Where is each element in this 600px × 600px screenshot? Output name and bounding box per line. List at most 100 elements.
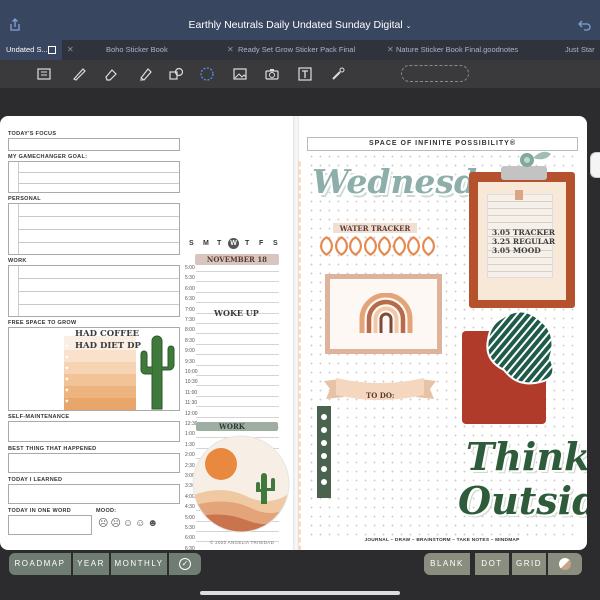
tab-strip: Undated S... ✕ Boho Sticker Book ✕ Ready… (0, 40, 600, 60)
close-icon[interactable]: ✕ (67, 40, 74, 60)
water-drop-icon[interactable] (378, 236, 391, 256)
wednesday-sticker: Wednesday (308, 154, 518, 212)
free-space-field[interactable]: ♥ ♥ ♥ ♥ ♥ ♥ (8, 327, 180, 411)
water-drop-icon[interactable] (363, 236, 377, 256)
nav-checklist-button[interactable]: ✓ (169, 553, 201, 575)
weekday-5[interactable]: F (259, 240, 263, 247)
mood-excited-icon[interactable]: ☻ (147, 518, 160, 529)
water-tracker-banner: WATER TRACKER (333, 223, 417, 233)
time-slot-line[interactable] (196, 364, 279, 366)
time-label: 6:00 (185, 535, 195, 542)
time-slot-line[interactable] (196, 416, 279, 418)
leaf-pin-sticker (520, 151, 551, 167)
time-label: 8:00 (185, 327, 195, 334)
weekday-1[interactable]: M (203, 240, 209, 247)
cactus-sticker (140, 335, 175, 410)
water-drop-icon[interactable] (392, 236, 406, 256)
pen-icon[interactable] (71, 66, 87, 82)
close-icon[interactable]: ✕ (387, 40, 394, 60)
time-slot-line[interactable] (196, 281, 279, 283)
close-icon[interactable]: ✕ (227, 40, 234, 60)
time-slot-line[interactable] (196, 302, 279, 304)
mood-neutral-icon[interactable]: ☺ (123, 518, 135, 529)
mood-happy-icon[interactable]: ☺ (135, 518, 147, 529)
time-slot-line[interactable] (196, 406, 279, 408)
time-slot-line[interactable] (196, 333, 279, 335)
mood-angry-icon[interactable]: ☹ (98, 518, 110, 529)
tab-label: Nature Sticker Book Final.goodnotes (396, 45, 519, 54)
title-bar: Earthly Neutrals Daily Undated Sunday Di… (0, 0, 600, 40)
striped-blob-sticker (486, 310, 555, 385)
today-i-learned-field[interactable] (8, 484, 180, 504)
planner-page: TODAY'S FOCUS MY GAMECHANGER GOAL: PERSO… (0, 116, 587, 550)
tab-undated[interactable]: Undated S... (0, 40, 62, 60)
tab-boho-sticker-book[interactable]: ✕ Boho Sticker Book (62, 40, 222, 60)
time-slot-line[interactable] (196, 395, 279, 397)
tab-label: Ready Set Grow Sticker Pack Final (238, 45, 356, 54)
heart-icons-column: ♥ ♥ ♥ ♥ ♥ ♥ (65, 344, 69, 405)
weekday-3[interactable]: W (228, 238, 239, 249)
undo-icon[interactable] (578, 19, 592, 31)
text-icon[interactable] (297, 66, 313, 82)
water-drop-icon[interactable] (320, 236, 333, 256)
one-word-field[interactable] (8, 515, 92, 535)
page-edge-handle[interactable] (590, 152, 600, 178)
tab-just-star[interactable]: Just Star (555, 40, 600, 60)
image-icon[interactable] (232, 66, 248, 82)
gamechanger-goal-field[interactable] (8, 161, 180, 193)
water-drop-icon[interactable] (349, 236, 362, 256)
nav-monthly-button[interactable]: MONTHLY (111, 553, 167, 575)
camera-icon[interactable] (264, 66, 280, 82)
reader-icon[interactable] (36, 66, 52, 82)
date-banner: NOVEMBER 18 (195, 254, 279, 265)
nav-year-button[interactable]: YEAR (73, 553, 109, 575)
schedule-note-woke-up: WOKE UP (214, 308, 259, 318)
rainbow-icon (359, 293, 413, 333)
template-dot-button[interactable]: DOT (475, 553, 509, 575)
self-maintenance-field[interactable] (8, 421, 180, 442)
laser-pointer-icon[interactable] (330, 66, 346, 82)
weekday-4[interactable]: T (245, 240, 249, 247)
clipboard-line-2: 3.25 REGULAR (492, 237, 556, 246)
weekday-0[interactable]: S (189, 240, 194, 247)
nav-roadmap-button[interactable]: ROADMAP (9, 553, 71, 575)
best-thing-field[interactable] (8, 453, 180, 473)
water-drop-icon[interactable] (421, 236, 435, 256)
time-slot-line[interactable] (196, 323, 279, 324)
shapes-icon[interactable] (168, 66, 184, 82)
time-slot-line[interactable] (196, 343, 279, 345)
handwriting-had-coffee: HAD COFFEE (75, 329, 140, 339)
template-grid-button[interactable]: GRID (512, 553, 546, 575)
todo-label: TO DO: (366, 391, 395, 400)
tab-nature-sticker-book[interactable]: ✕ Nature Sticker Book Final.goodnotes (382, 40, 555, 60)
water-drop-icon[interactable] (407, 236, 420, 256)
eraser-icon[interactable] (103, 66, 119, 82)
work-block: WORK (196, 422, 278, 431)
time-slot-line[interactable] (196, 271, 279, 272)
personal-field[interactable] (8, 203, 180, 255)
sidebar-toggle-icon[interactable] (48, 46, 56, 54)
water-drop-icon[interactable] (334, 236, 348, 256)
todays-focus-field[interactable] (8, 138, 180, 151)
template-palette-button[interactable] (548, 553, 582, 575)
time-slot-line[interactable] (196, 291, 279, 293)
time-slot-line[interactable] (196, 385, 279, 387)
lasso-icon[interactable] (199, 66, 215, 82)
work-field[interactable] (8, 265, 180, 317)
time-slot-line[interactable] (196, 354, 279, 356)
water-drops-row (320, 236, 440, 258)
section-label-mood: MOOD: (96, 508, 117, 514)
clipboard-line-3: 3.05 MOOD (492, 246, 541, 255)
highlighter-icon[interactable] (137, 66, 153, 82)
document-title-dropdown[interactable]: Earthly Neutrals Daily Undated Sunday Di… (0, 19, 600, 31)
template-blank-button[interactable]: BLANK (424, 553, 470, 575)
weekday-6[interactable]: S (273, 240, 278, 247)
tab-ready-set-grow[interactable]: ✕ Ready Set Grow Sticker Pack Final (222, 40, 382, 60)
mood-sad-icon[interactable]: ☹ (110, 518, 122, 529)
time-slot-line[interactable] (196, 375, 279, 376)
tab-label: Just Star (565, 45, 595, 54)
weekday-2[interactable]: T (217, 240, 221, 247)
clipboard-line-1: 3.05 TRACKER (492, 228, 555, 237)
lasso-options-pill[interactable] (401, 65, 469, 82)
tab-label: Boho Sticker Book (106, 45, 168, 54)
